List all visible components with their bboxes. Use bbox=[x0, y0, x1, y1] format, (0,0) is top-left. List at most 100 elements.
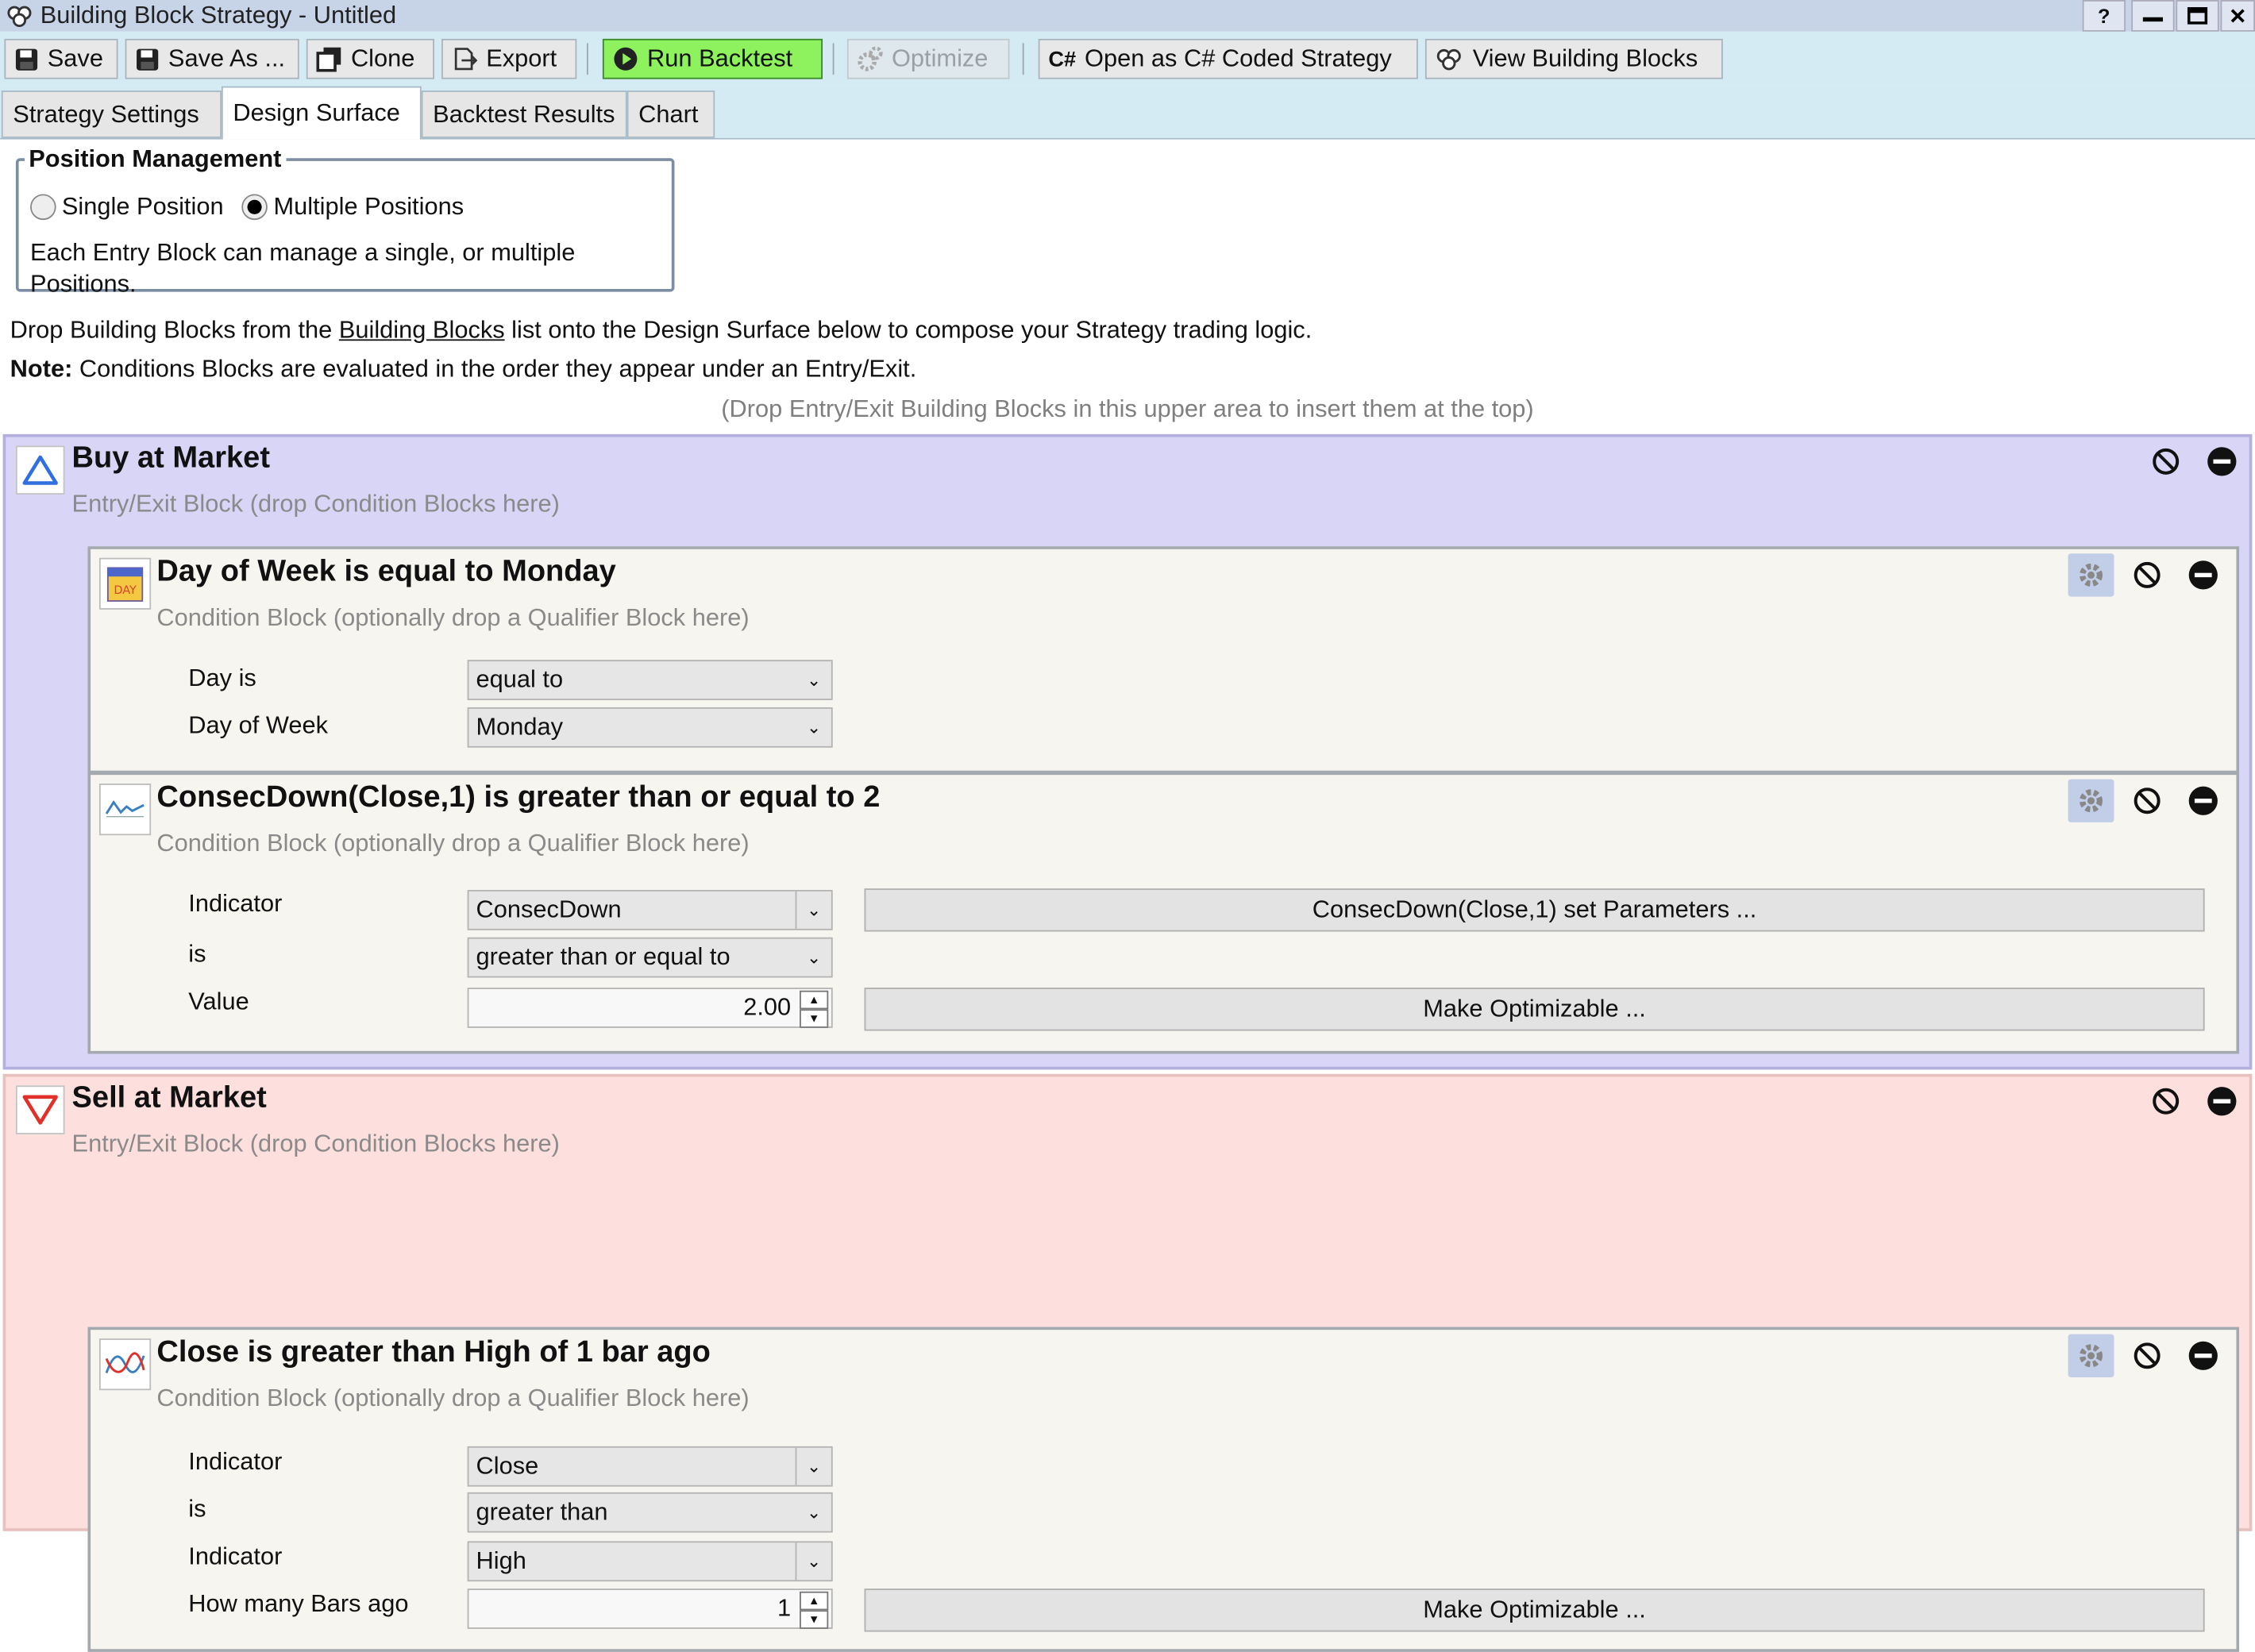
minimize-button[interactable] bbox=[2131, 0, 2175, 32]
comparison-select[interactable]: greater than or equal to ⌄ bbox=[467, 937, 833, 978]
indicator-2-select[interactable]: High ⌄ bbox=[467, 1541, 833, 1582]
settings-button[interactable] bbox=[2068, 1334, 2114, 1377]
buy-block-subtitle: Entry/Exit Block (drop Condition Blocks … bbox=[71, 490, 560, 518]
building-blocks-icon bbox=[1436, 48, 1461, 71]
save-button[interactable]: Save bbox=[4, 38, 118, 79]
position-management-group: Position Management Single Position Mult… bbox=[15, 144, 675, 298]
optimize-button[interactable]: Optimize bbox=[846, 38, 1010, 79]
remove-block-button[interactable] bbox=[2180, 553, 2226, 596]
toolbar-separator bbox=[832, 43, 835, 75]
tab-backtest-results[interactable]: Backtest Results bbox=[421, 90, 627, 138]
param-label-indicator: Indicator bbox=[188, 890, 283, 918]
settings-button[interactable] bbox=[2068, 779, 2114, 822]
instruction-line: Drop Building Blocks from the Building B… bbox=[10, 316, 1313, 344]
comparison-select[interactable]: greater than ⌄ bbox=[467, 1492, 833, 1533]
remove-block-button[interactable] bbox=[2180, 780, 2226, 822]
multiple-positions-radio[interactable]: Multiple Positions bbox=[241, 193, 464, 221]
gear-icon bbox=[2080, 789, 2103, 813]
set-parameters-button[interactable]: ConsecDown(Close,1) set Parameters ... bbox=[864, 888, 2205, 932]
chevron-down-icon: ⌄ bbox=[795, 1447, 831, 1485]
save-icon bbox=[15, 48, 38, 70]
disable-block-button[interactable] bbox=[2124, 780, 2170, 822]
chevron-down-icon: ⌄ bbox=[807, 717, 822, 738]
spin-up-icon[interactable]: ▲ bbox=[800, 1591, 829, 1611]
value-spinner[interactable]: 2.00 ▲ ▼ bbox=[467, 988, 833, 1028]
open-csharp-button[interactable]: C# Open as C# Coded Strategy bbox=[1038, 38, 1418, 79]
condition-subtitle: Condition Block (optionally drop a Quali… bbox=[156, 603, 750, 632]
remove-block-button[interactable] bbox=[2199, 1080, 2245, 1123]
tab-chart[interactable]: Chart bbox=[626, 90, 715, 138]
save-as-icon bbox=[137, 48, 159, 70]
tab-design-surface[interactable]: Design Surface bbox=[221, 86, 422, 140]
remove-icon bbox=[2207, 1087, 2237, 1116]
make-optimizable-button[interactable]: Make Optimizable ... bbox=[864, 988, 2205, 1031]
position-management-legend: Position Management bbox=[29, 144, 282, 173]
spinner-arrows[interactable]: ▲ ▼ bbox=[800, 1591, 829, 1629]
crossover-icon bbox=[98, 1338, 152, 1391]
indicator-select[interactable]: Close ⌄ bbox=[467, 1446, 833, 1487]
condition-subtitle: Condition Block (optionally drop a Quali… bbox=[156, 1384, 750, 1412]
condition-title: Day of Week is equal to Monday bbox=[156, 555, 616, 588]
remove-block-button[interactable] bbox=[2199, 440, 2245, 483]
settings-button[interactable] bbox=[2068, 553, 2114, 597]
clone-icon bbox=[316, 47, 341, 72]
buy-at-market-block[interactable]: Buy at Market Entry/Exit Block (drop Con… bbox=[2, 433, 2253, 1070]
disable-icon bbox=[2153, 1088, 2180, 1115]
bars-ago-spinner[interactable]: 1 ▲ ▼ bbox=[467, 1588, 833, 1629]
spin-up-icon[interactable]: ▲ bbox=[800, 990, 829, 1010]
make-optimizable-button[interactable]: Make Optimizable ... bbox=[864, 1588, 2205, 1632]
disable-block-button[interactable] bbox=[2124, 553, 2170, 596]
run-backtest-button[interactable]: Run Backtest bbox=[602, 38, 823, 79]
chevron-down-icon: ⌄ bbox=[807, 947, 822, 968]
maximize-button[interactable] bbox=[2176, 0, 2219, 32]
drop-hint: (Drop Entry/Exit Building Blocks in this… bbox=[721, 395, 1534, 423]
disable-icon bbox=[2134, 787, 2161, 814]
csharp-icon: C# bbox=[1048, 46, 1077, 71]
remove-icon bbox=[2188, 560, 2218, 590]
save-as-button[interactable]: Save As ... bbox=[125, 38, 299, 79]
gears-icon bbox=[858, 46, 883, 71]
gear-icon bbox=[2080, 563, 2103, 587]
spinner-arrows[interactable]: ▲ ▼ bbox=[800, 990, 829, 1028]
design-surface: Position Management Single Position Mult… bbox=[0, 139, 2255, 1652]
note-line: Note: Conditions Blocks are evaluated in… bbox=[10, 355, 917, 383]
day-is-select[interactable]: equal to ⌄ bbox=[467, 660, 833, 700]
clone-button[interactable]: Clone bbox=[306, 38, 434, 79]
buy-block-title: Buy at Market bbox=[71, 441, 270, 475]
disable-block-button[interactable] bbox=[2143, 1080, 2189, 1123]
building-blocks-link[interactable]: Building Blocks bbox=[339, 316, 505, 343]
view-building-blocks-button[interactable]: View Building Blocks bbox=[1424, 38, 1723, 79]
radio-circle-selected bbox=[241, 194, 268, 221]
param-label-indicator: Indicator bbox=[188, 1447, 283, 1476]
sell-triangle-icon bbox=[15, 1085, 65, 1134]
day-of-week-select[interactable]: Monday ⌄ bbox=[467, 707, 833, 748]
condition-subtitle: Condition Block (optionally drop a Quali… bbox=[156, 829, 750, 857]
disable-icon bbox=[2134, 561, 2161, 588]
tab-strategy-settings[interactable]: Strategy Settings bbox=[1, 90, 222, 138]
indicator-select[interactable]: ConsecDown ⌄ bbox=[467, 890, 833, 930]
disable-block-button[interactable] bbox=[2143, 440, 2189, 483]
single-position-radio[interactable]: Single Position bbox=[30, 193, 224, 221]
help-button[interactable]: ? bbox=[2082, 0, 2126, 32]
param-label-is: is bbox=[188, 1495, 206, 1523]
export-icon bbox=[454, 48, 478, 71]
disable-block-button[interactable] bbox=[2124, 1334, 2170, 1377]
condition-block-close-vs-high[interactable]: Close is greater than High of 1 bar ago … bbox=[87, 1327, 2240, 1652]
position-management-help: Each Entry Block can manage a single, or… bbox=[30, 238, 576, 298]
svg-text:DAY: DAY bbox=[114, 584, 137, 597]
condition-title: Close is greater than High of 1 bar ago bbox=[156, 1335, 711, 1369]
export-button[interactable]: Export bbox=[441, 38, 577, 79]
title-bar: Building Block Strategy - Untitled ? bbox=[0, 0, 2255, 32]
spin-down-icon[interactable]: ▼ bbox=[800, 1610, 829, 1629]
condition-block-day-of-week[interactable]: DAY Day of Week is equal to Monday Condi… bbox=[87, 546, 2240, 774]
remove-block-button[interactable] bbox=[2180, 1334, 2226, 1377]
param-label-day-is: Day is bbox=[188, 664, 256, 692]
condition-block-consecdown[interactable]: ConsecDown(Close,1) is greater than or e… bbox=[87, 772, 2240, 1054]
sell-block-subtitle: Entry/Exit Block (drop Condition Blocks … bbox=[71, 1130, 560, 1157]
remove-icon bbox=[2188, 786, 2218, 815]
close-window-button[interactable] bbox=[2220, 0, 2255, 32]
buy-triangle-icon bbox=[15, 445, 65, 495]
spin-down-icon[interactable]: ▼ bbox=[800, 1009, 829, 1028]
disable-icon bbox=[2134, 1342, 2161, 1369]
sell-at-market-block[interactable]: Sell at Market Entry/Exit Block (drop Co… bbox=[2, 1073, 2253, 1652]
